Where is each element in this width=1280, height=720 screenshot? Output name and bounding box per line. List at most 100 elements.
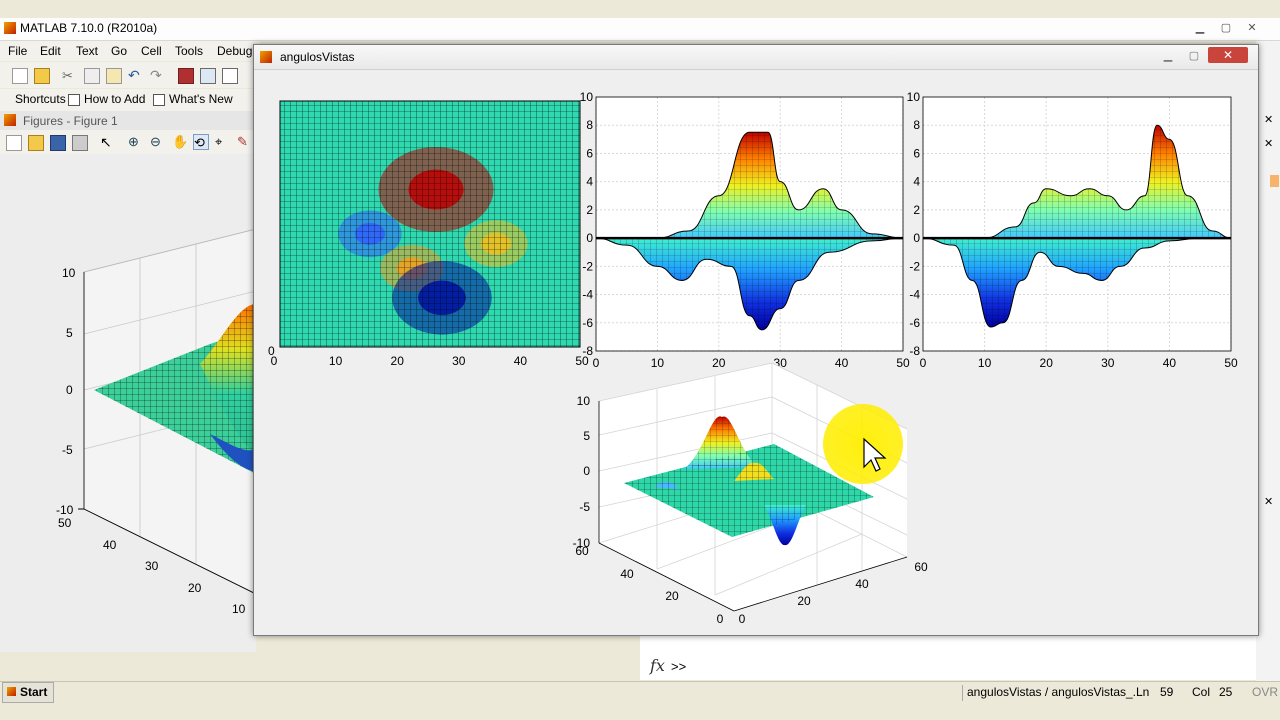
z-tick-label: 10	[577, 394, 591, 408]
new-file-icon[interactable]	[12, 68, 28, 84]
print-icon[interactable]	[72, 135, 88, 151]
close-icon[interactable]: ✕	[1240, 20, 1264, 36]
x-tick-label: 0	[920, 356, 927, 370]
menu-text[interactable]: Text	[76, 44, 98, 58]
figure-icon	[260, 51, 272, 63]
figure-title: angulosVistas	[280, 50, 355, 64]
y-tick-label: -6	[909, 316, 920, 330]
y-tick-label: 0	[913, 231, 920, 245]
menu-edit[interactable]: Edit	[40, 44, 61, 58]
z-tick-label: -5	[579, 500, 590, 514]
main-window-title: MATLAB 7.10.0 (R2010a)	[20, 21, 158, 35]
copy-icon[interactable]	[84, 68, 100, 84]
z-tick-label: 0	[66, 383, 73, 397]
x-tick-label: 20	[1040, 356, 1054, 370]
minimize-icon[interactable]: ▁	[1188, 20, 1212, 36]
undo-icon[interactable]: ↶	[128, 67, 142, 83]
cursor-highlight	[823, 404, 903, 484]
y-tick-label: 2	[586, 203, 593, 217]
x-tick-label: 30	[1101, 356, 1115, 370]
paste-icon[interactable]	[106, 68, 122, 84]
figure-canvas: 0 10 20 30 40 50 0 1086420-2-4-6-80 10 20 30 40 50…	[268, 90, 1238, 626]
close-icon[interactable]: ✕	[1208, 47, 1248, 63]
left-axis-tick: 60	[575, 544, 589, 558]
z-tick-label: 0	[583, 464, 590, 478]
data-cursor-icon[interactable]: ⌖	[215, 134, 229, 149]
pointer-icon[interactable]: ↖	[100, 134, 114, 150]
brush-icon[interactable]: ✎	[237, 134, 251, 149]
close-icon[interactable]: ✕	[1264, 137, 1273, 150]
heatmap-x-tick: 40	[514, 354, 528, 368]
status-bar: angulosVistas / angulosVistas_... Ln 59 …	[0, 681, 1280, 704]
y-tick-label: 20	[188, 581, 202, 595]
main-toolbar: ✂ ↶ ↷	[0, 62, 260, 88]
profiler-icon[interactable]	[222, 68, 238, 84]
start-label[interactable]: Start	[20, 685, 47, 699]
heatmap-x-tick: 20	[391, 354, 405, 368]
open-icon[interactable]	[28, 135, 44, 151]
figure-title-bar[interactable]: angulosVistas ▁ ▢ ✕	[254, 45, 1258, 70]
heatmap-subplot: 0 10 20 30 40 50 0	[268, 100, 589, 368]
maximize-icon[interactable]: ▢	[1214, 20, 1238, 36]
menu-debug[interactable]: Debug	[217, 44, 252, 58]
redo-icon[interactable]: ↷	[150, 67, 164, 83]
command-prompt[interactable]: >>	[671, 659, 686, 674]
zoom-in-icon[interactable]: ⊕	[128, 134, 142, 149]
menu-go[interactable]: Go	[111, 44, 127, 58]
menu-file[interactable]: File	[8, 44, 27, 58]
simulink-icon[interactable]	[178, 68, 194, 84]
y-tick-label: 4	[586, 175, 593, 189]
right-axis-tick: 0	[739, 612, 746, 626]
status-col: 25	[1219, 685, 1233, 699]
figures-label: Figures - Figure 1	[23, 114, 118, 128]
x-tick-label: 40	[1163, 356, 1177, 370]
z-tick-label: 10	[62, 266, 76, 280]
x-tick-label: 10	[978, 356, 992, 370]
y-tick-label: -4	[582, 288, 593, 302]
scrollbar-thumb[interactable]	[1270, 175, 1279, 187]
start-button[interactable]: Start	[2, 682, 54, 703]
main-menu-bar: File Edit Text Go Cell Tools Debug	[0, 41, 260, 61]
maximize-icon[interactable]: ▢	[1182, 49, 1206, 63]
z-tick-label: -10	[56, 503, 74, 517]
right-axis-tick: 60	[914, 560, 928, 574]
close-icon[interactable]: ✕	[1264, 113, 1273, 126]
guide-icon[interactable]	[200, 68, 216, 84]
figure-window[interactable]: angulosVistas ▁ ▢ ✕ 0 10 20 30 40 50 0 1…	[253, 44, 1259, 636]
y-tick-label: -6	[582, 316, 593, 330]
cut-icon[interactable]: ✂	[62, 68, 76, 83]
x-tick-label: 50	[896, 356, 910, 370]
matlab-logo-icon	[4, 22, 16, 34]
menu-cell[interactable]: Cell	[141, 44, 162, 58]
save-icon[interactable]	[50, 135, 66, 151]
pan-icon[interactable]: ✋	[172, 134, 188, 149]
x-tick-label: 40	[835, 356, 849, 370]
rotate-icon[interactable]: ⟲	[193, 134, 209, 150]
close-icon[interactable]: ✕	[1264, 495, 1273, 508]
y-tick-label: 30	[145, 559, 159, 573]
fx-label[interactable]: fx	[650, 656, 665, 675]
whats-new-link[interactable]: What's New	[169, 92, 233, 106]
minimize-icon[interactable]: ▁	[1156, 49, 1180, 63]
open-folder-icon[interactable]	[34, 68, 50, 84]
right-axis-tick: 40	[855, 577, 869, 591]
left-axis-tick: 20	[665, 589, 679, 603]
y-tick-label: 40	[103, 538, 117, 552]
how-to-add-link[interactable]: How to Add	[84, 92, 145, 106]
zoom-out-icon[interactable]: ⊖	[150, 134, 164, 149]
y-tick-label: -4	[909, 288, 920, 302]
surface-3d-subplot: 1050-5-106040200 0204060	[573, 362, 928, 626]
background-figure-area: 10 5 0 -5 -10 50 40 30 20 10	[0, 154, 256, 652]
main-window-controls: ▁ ▢ ✕	[1188, 20, 1272, 38]
y-tick-label: 10	[907, 90, 921, 104]
y-tick-label: 8	[586, 118, 593, 132]
menu-tools[interactable]: Tools	[175, 44, 203, 58]
shortcut-icon	[153, 94, 165, 106]
y-tick-label: -2	[582, 259, 593, 273]
command-window[interactable]: fx >>	[640, 634, 1256, 680]
y-tick-label: 10	[580, 90, 594, 104]
y-tick-label: 6	[913, 146, 920, 160]
x-tick-label: 20	[712, 356, 726, 370]
new-figure-icon[interactable]	[6, 135, 22, 151]
shortcuts-label[interactable]: Shortcuts	[15, 92, 66, 106]
